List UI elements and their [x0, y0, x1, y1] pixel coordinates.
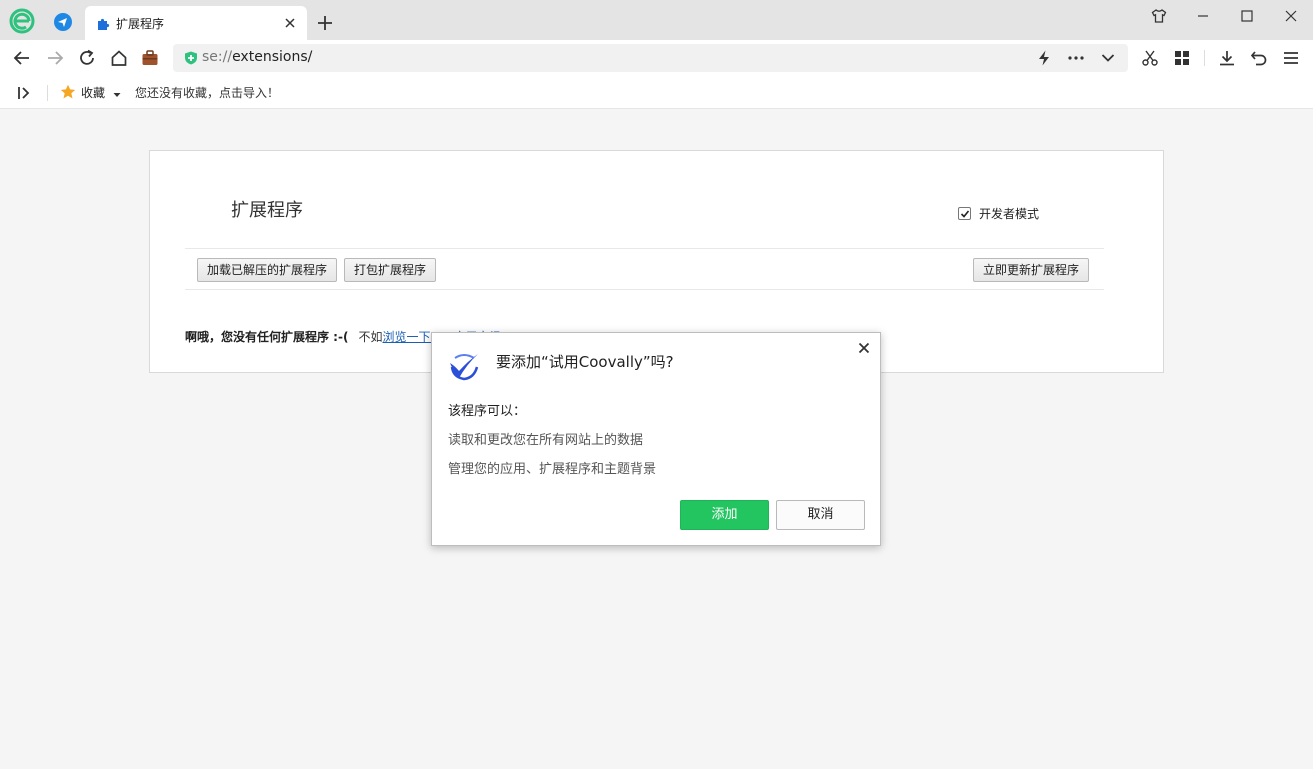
tab-title: 扩展程序 [116, 17, 165, 31]
new-tab-button[interactable] [316, 14, 334, 32]
cancel-button[interactable]: 取消 [776, 500, 865, 530]
sidebar-toggle-icon[interactable] [16, 85, 32, 101]
bookmarks-import-hint[interactable]: 您还没有收藏，点击导入！ [135, 84, 279, 101]
add-button[interactable]: 添加 [680, 500, 769, 530]
chevron-down-icon[interactable] [1099, 49, 1117, 67]
url-path: extensions/ [232, 49, 313, 65]
developer-mode-checkbox[interactable] [958, 207, 971, 220]
bookmarks-folder-label[interactable]: 收藏 [81, 84, 105, 101]
dialog-title: 要添加“试用Coovally”吗? [496, 353, 674, 371]
coovally-logo-icon [447, 349, 481, 383]
main-menu-icon[interactable] [1281, 48, 1301, 68]
developer-mode-label: 开发者模式 [979, 207, 1040, 221]
apps-grid-icon[interactable] [1172, 48, 1192, 68]
toolbar-divider [1204, 50, 1205, 66]
secure-shield-icon [184, 51, 198, 65]
bookmarks-divider [47, 85, 48, 101]
browser-logo-icon[interactable] [9, 8, 35, 34]
maximize-button[interactable] [1234, 6, 1260, 26]
scissors-icon[interactable] [1140, 48, 1160, 68]
permission-item: 读取和更改您在所有网站上的数据 [448, 433, 644, 448]
lightning-icon[interactable] [1035, 49, 1053, 67]
puzzle-icon [96, 16, 111, 31]
url-text[interactable]: se://extensions/ [202, 49, 312, 65]
update-now-button[interactable]: 立即更新扩展程序 [973, 258, 1090, 282]
page-title: 扩展程序 [231, 200, 303, 221]
reload-button[interactable] [77, 48, 97, 68]
pack-extension-button[interactable]: 打包扩展程序 [344, 258, 437, 282]
skin-icon[interactable] [1146, 6, 1172, 26]
add-extension-dialog: 要添加“试用Coovally”吗? 该程序可以： 读取和更改您在所有网站上的数据… [431, 332, 881, 546]
load-unpacked-button[interactable]: 加载已解压的扩展程序 [197, 258, 338, 282]
star-icon[interactable] [60, 84, 76, 100]
tab-extensions[interactable]: 扩展程序 [85, 6, 307, 40]
caret-down-icon[interactable] [113, 88, 121, 97]
pinned-tab-icon[interactable] [53, 12, 73, 32]
divider [185, 248, 1104, 249]
url-scheme: se:// [202, 49, 233, 65]
permission-item: 管理您的应用、扩展程序和主题背景 [448, 462, 657, 477]
dialog-subtitle: 该程序可以： [448, 404, 527, 419]
divider [185, 289, 1104, 290]
developer-mode-toggle[interactable]: 开发者模式 [958, 205, 1039, 222]
minimize-button[interactable] [1190, 6, 1216, 26]
download-icon[interactable] [1217, 48, 1237, 68]
home-button[interactable] [109, 48, 129, 68]
empty-message: 啊哦，您没有任何扩展程序 :-( [185, 330, 349, 344]
window-close-button[interactable] [1278, 6, 1304, 26]
close-icon[interactable] [857, 341, 871, 355]
tab-close-icon[interactable] [283, 16, 297, 30]
address-bar[interactable]: se://extensions/ [173, 44, 1128, 72]
back-button[interactable] [12, 48, 32, 68]
forward-button[interactable] [45, 48, 65, 68]
navigation-bar: se://extensions/ [0, 40, 1313, 76]
bookmarks-bar: 收藏 您还没有收藏，点击导入！ [0, 76, 1313, 109]
tab-strip: 扩展程序 [0, 0, 1313, 40]
more-icon[interactable] [1067, 49, 1085, 67]
undo-close-tab-icon[interactable] [1249, 48, 1269, 68]
toolbox-icon[interactable] [140, 48, 160, 68]
empty-prefix: 不如 [358, 330, 383, 344]
